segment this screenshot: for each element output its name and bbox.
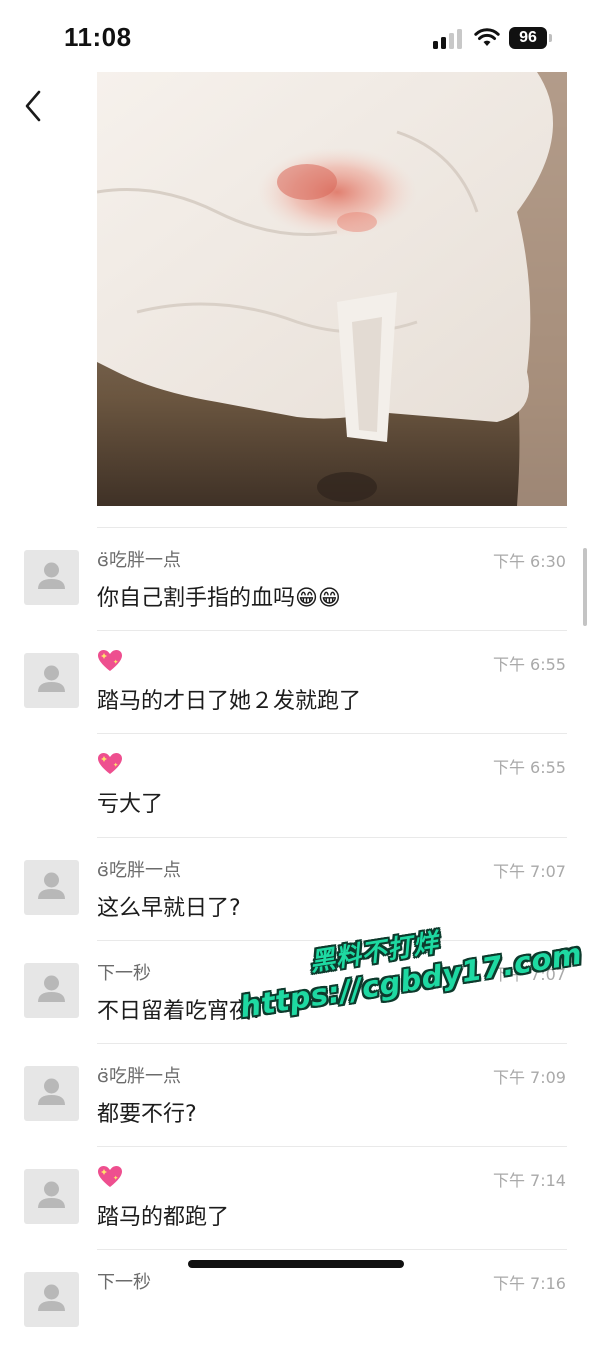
status-time: 11:08 [64,22,132,52]
avatar[interactable] [24,962,79,1018]
comment-timestamp: 下午 7:07 [492,861,566,881]
scrollbar[interactable] [583,548,587,626]
avatar[interactable] [24,1169,79,1225]
sparkling-heart-icon [97,649,123,678]
avatar[interactable] [24,653,79,709]
user-silhouette-icon [38,562,65,589]
wifi-icon [474,28,500,46]
user-silhouette-icon [38,665,65,693]
commenter-name[interactable]: ɞ̈吃胖一点 [97,1062,181,1088]
commenter-name[interactable] [97,649,123,678]
comment-timestamp: 下午 7:16 [492,1274,566,1294]
comment-text: 亏大了 [97,792,164,818]
comment-text: 踏马的才日了她２发就跑了 [97,689,362,715]
comment-item[interactable]: 下午 6:55 亏大了 [0,734,592,837]
comment-text: 这么早就日了? [97,895,241,921]
comment-timestamp: 下午 6:30 [492,552,566,571]
status-bar: 11:08 96 [0,0,592,70]
commenter-name-text: 下一秒 [97,1272,151,1294]
comment-timestamp: 下午 7:07 [492,964,566,984]
commenter-name[interactable]: ɞ̈吃胖一点 [97,546,181,572]
battery-icon: 96 [509,27,547,49]
avatar[interactable] [24,859,79,915]
post-image-graphic [97,72,567,506]
commenter-name[interactable] [97,1165,123,1194]
comment-timestamp: 下午 7:09 [492,1068,566,1087]
home-indicator[interactable] [188,1260,404,1268]
battery-tip [549,34,552,42]
comment-item[interactable]: 下午 7:14 踏马的都跑了 [0,1147,592,1250]
avatar[interactable] [24,1066,79,1121]
avatar[interactable] [24,1272,79,1328]
back-button[interactable] [20,88,50,124]
commenter-name[interactable] [97,752,123,781]
battery-level: 96 [519,29,537,46]
commenter-name[interactable]: ɞ̈吃胖一点 [97,856,181,882]
comment-item[interactable]: 下午 6:55 踏马的才日了她２发就跑了 [0,631,592,734]
comment-timestamp: 下午 6:55 [492,655,566,675]
user-silhouette-icon [38,1284,65,1312]
comment-timestamp: 下午 7:14 [492,1171,566,1191]
commenter-name-text: ɞ̈吃胖一点 [97,859,181,881]
user-silhouette-icon [38,1078,65,1105]
comment-item[interactable]: 下一秒 下午 7:07 不日留着吃宵夜? [0,941,592,1044]
post-image[interactable] [97,72,567,506]
comment-item[interactable]: ɞ̈吃胖一点 下午 7:07 这么早就日了? [0,838,592,941]
comment-text: 不日留着吃宵夜? [97,998,263,1024]
avatar[interactable] [24,550,79,605]
user-silhouette-icon [38,1181,65,1209]
user-silhouette-icon [38,975,65,1002]
comment-item[interactable]: ɞ̈吃胖一点 下午 6:30 你自己割手指的血吗😁😁 [0,528,592,631]
comment-timestamp: 下午 6:55 [492,758,566,778]
sparkling-heart-icon [97,752,123,781]
commenter-name-text: 下一秒 [97,962,151,984]
comment-text: 你自己割手指的血吗😁😁 [97,586,341,611]
comment-item[interactable]: ɞ̈吃胖一点 下午 7:09 都要不行? [0,1044,592,1147]
commenter-name-text: ɞ̈吃胖一点 [97,1066,181,1087]
comment-text: 都要不行? [97,1102,197,1127]
commenter-name-text: ɞ̈吃胖一点 [97,550,181,571]
sparkling-heart-icon [97,1165,123,1194]
commenter-name[interactable]: 下一秒 [97,959,151,985]
user-silhouette-icon [38,872,65,899]
commenter-name[interactable]: 下一秒 [97,1268,151,1294]
signal-icon [433,29,462,49]
comment-text: 踏马的都跑了 [97,1205,230,1231]
